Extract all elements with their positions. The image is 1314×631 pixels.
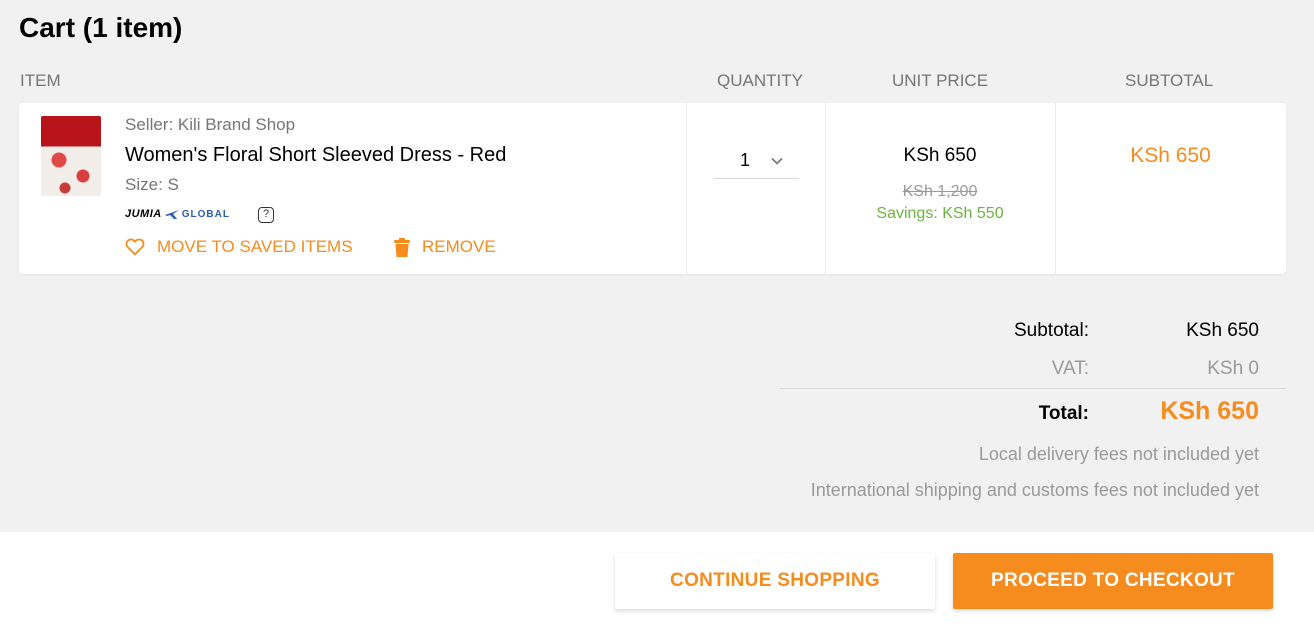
line-subtotal: KSh 650 <box>1130 144 1211 167</box>
plane-icon <box>164 210 179 219</box>
heart-icon <box>125 238 145 256</box>
international-shipping-note: International shipping and customs fees … <box>810 480 1259 500</box>
product-thumbnail[interactable] <box>41 116 101 196</box>
column-header-quantity: QUANTITY <box>717 71 803 90</box>
proceed-to-checkout-button[interactable]: PROCEED TO CHECKOUT <box>953 553 1273 609</box>
summary-vat-label: VAT: <box>1051 358 1089 379</box>
quantity-value: 1 <box>740 150 751 170</box>
summary-total-label: Total: <box>1038 403 1089 424</box>
continue-shopping-button[interactable]: CONTINUE SHOPPING <box>615 553 935 609</box>
seller-name: Seller: Kili Brand Shop <box>125 115 296 134</box>
column-divider <box>686 103 687 274</box>
summary-vat-value: KSh 0 <box>1207 358 1259 379</box>
old-price: KSh 1,200 <box>902 183 978 200</box>
product-name-link[interactable]: Women's Floral Short Sleeved Dress - Red <box>125 144 506 167</box>
summary-total-value: KSh 650 <box>1160 397 1259 425</box>
column-header-subtotal: SUBTOTAL <box>1125 71 1214 90</box>
quantity-select[interactable]: 1 <box>714 143 799 179</box>
trash-icon <box>394 237 410 257</box>
column-divider <box>1055 103 1056 274</box>
chevron-down-icon <box>771 157 783 165</box>
jumia-global-badge: JUMIA GLOBAL <box>125 208 230 220</box>
move-to-saved-label: MOVE TO SAVED ITEMS <box>157 237 353 256</box>
product-size: Size: S <box>125 175 179 194</box>
summary-subtotal-value: KSh 650 <box>1186 320 1259 341</box>
move-to-saved-button[interactable]: MOVE TO SAVED ITEMS <box>125 237 353 257</box>
summary-divider <box>780 388 1286 389</box>
column-header-unit-price: UNIT PRICE <box>892 71 989 90</box>
savings-text: Savings: KSh 550 <box>876 205 1004 222</box>
local-delivery-note: Local delivery fees not included yet <box>978 444 1259 464</box>
column-header-item: ITEM <box>20 71 61 90</box>
unit-price: KSh 650 <box>903 145 977 166</box>
cart-item-card: Seller: Kili Brand Shop Women's Floral S… <box>19 103 1286 274</box>
help-icon[interactable]: ? <box>258 207 274 223</box>
remove-label: REMOVE <box>422 237 496 256</box>
summary-subtotal-label: Subtotal: <box>1014 320 1089 341</box>
jumia-brand-text: JUMIA <box>125 208 162 220</box>
remove-button[interactable]: REMOVE <box>394 237 496 257</box>
page-title: Cart (1 item) <box>19 12 183 43</box>
global-text: GLOBAL <box>181 208 230 220</box>
